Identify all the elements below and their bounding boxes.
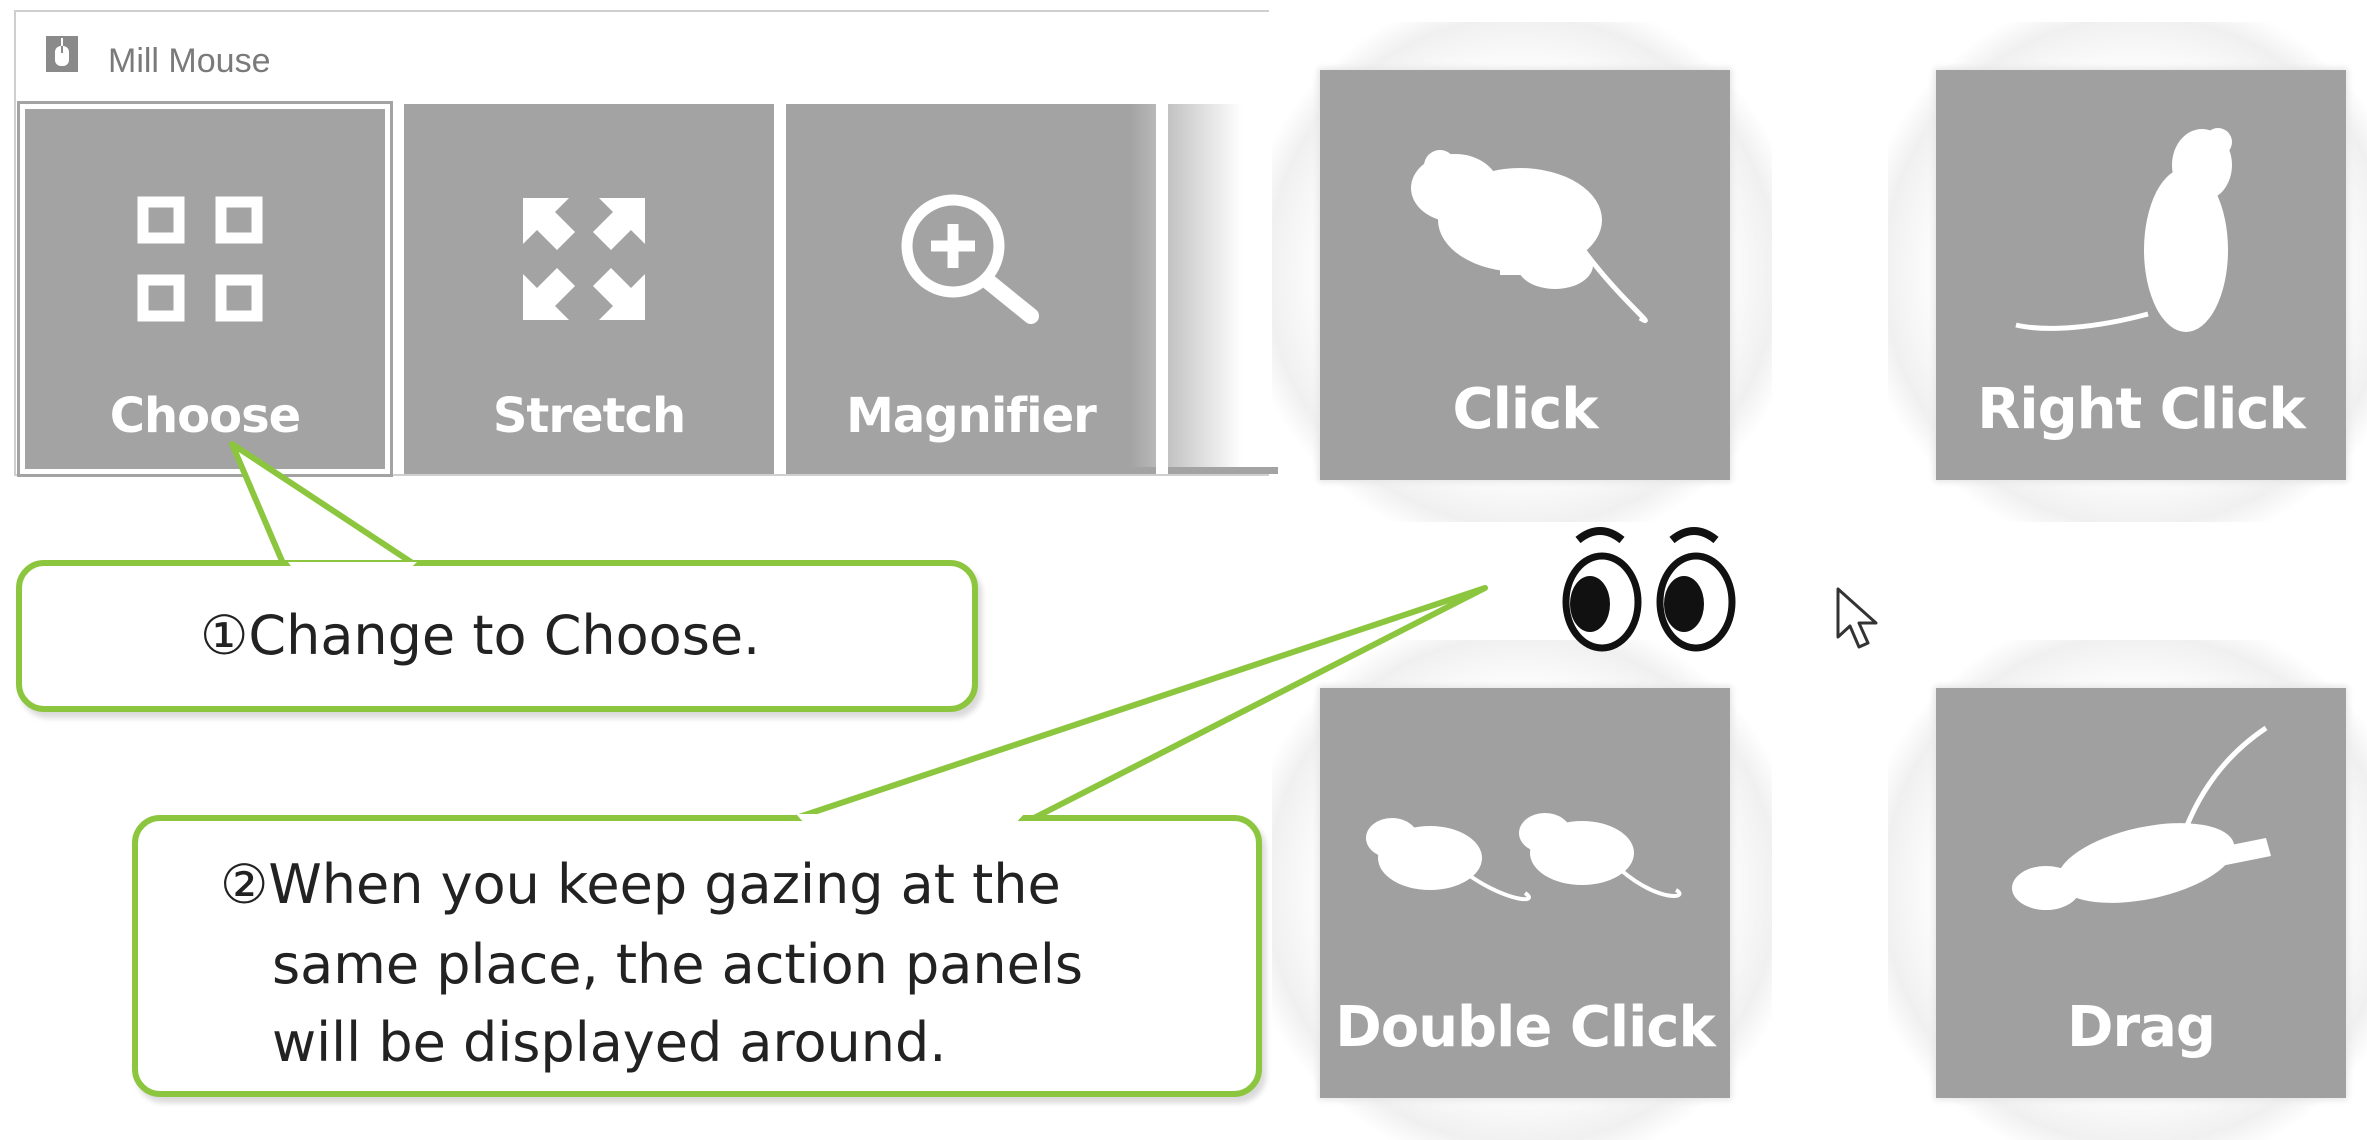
callout-tail-joins xyxy=(288,562,1024,825)
